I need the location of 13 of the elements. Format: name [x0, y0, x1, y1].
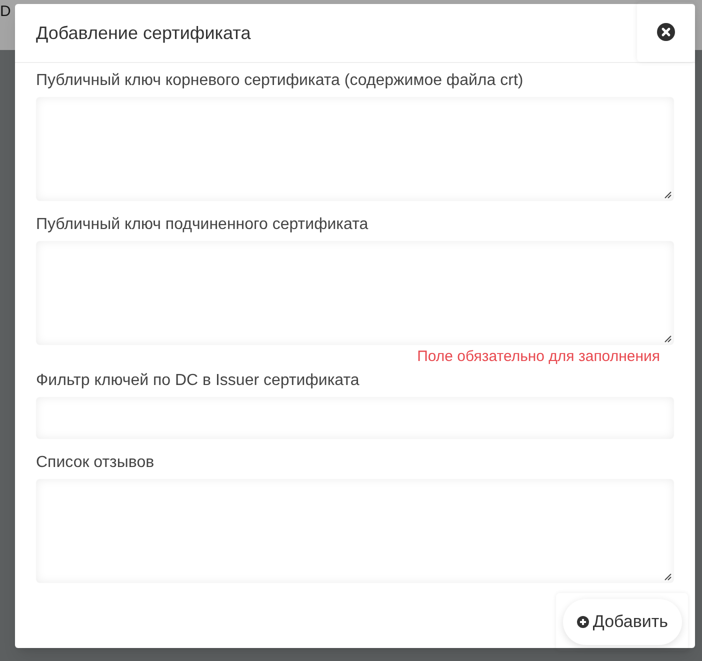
error-message: Поле обязательно для заполнения [416, 347, 661, 367]
header-text: D [0, 2, 11, 22]
field-label: Публичный ключ подчиненного сертификата [36, 215, 370, 235]
field-label: Публичный ключ корневого сертификата (содержимое файла crt) [36, 71, 524, 91]
resize-handle-icon[interactable] [662, 189, 672, 199]
close-icon [657, 23, 675, 41]
dialog-title: Добавление сертификата [36, 22, 251, 45]
resize-handle-icon[interactable] [662, 571, 672, 581]
field-label: Список отзывов [36, 453, 156, 473]
plus-circle-icon [576, 616, 589, 628]
field-label: Фильтр ключей по DC в Issuer сертификата [36, 371, 360, 391]
resize-handle-icon[interactable] [662, 333, 672, 343]
add-button[interactable]: Добавить [562, 599, 682, 645]
